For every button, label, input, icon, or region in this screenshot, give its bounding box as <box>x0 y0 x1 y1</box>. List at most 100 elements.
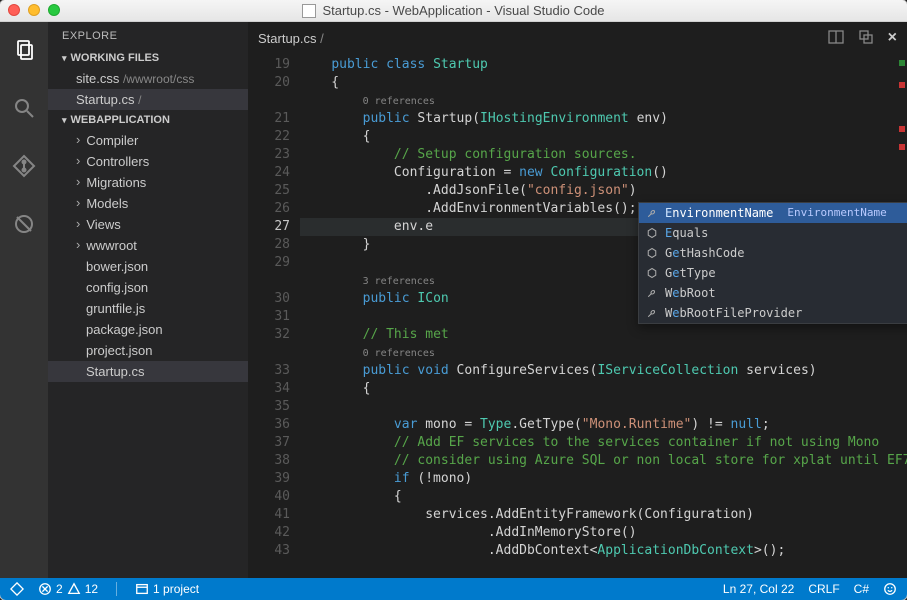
code-line[interactable]: // Add EF services to the services conta… <box>300 434 893 452</box>
code-line[interactable]: public Startup(IHostingEnvironment env) <box>300 110 893 128</box>
split-editor-button[interactable] <box>828 29 844 48</box>
code-line[interactable] <box>300 398 893 416</box>
line-number: 37 <box>248 434 290 452</box>
warning-icon <box>67 582 81 596</box>
code-line[interactable]: { <box>300 74 893 92</box>
codelens-line[interactable]: 0 references <box>300 92 893 110</box>
intellisense-item[interactable]: Equals <box>639 223 907 243</box>
folder-item[interactable]: wwwroot <box>48 235 248 256</box>
tab-bar: Startup.cs / × <box>248 22 907 54</box>
activity-search[interactable] <box>0 88 48 128</box>
line-number: 29 <box>248 254 290 272</box>
intellisense-popup[interactable]: EnvironmentName EnvironmentNameEqualsGetH… <box>638 202 907 324</box>
code-line[interactable]: public void ConfigureServices(IServiceCo… <box>300 362 893 380</box>
line-number: 41 <box>248 506 290 524</box>
folder-item[interactable]: Compiler <box>48 130 248 151</box>
intellisense-label: GetType <box>665 264 716 282</box>
folder-item[interactable]: Migrations <box>48 172 248 193</box>
intellisense-item[interactable]: EnvironmentName EnvironmentName <box>639 203 907 223</box>
activity-explorer[interactable] <box>0 30 48 70</box>
switch-icon <box>858 29 874 45</box>
activity-debug[interactable] <box>0 204 48 244</box>
project-tree: CompilerControllersMigrationsModelsViews… <box>48 130 248 382</box>
code-line[interactable]: services.AddEntityFramework(Configuratio… <box>300 506 893 524</box>
errors-count: 2 <box>56 582 63 596</box>
code-line[interactable]: // consider using Azure SQL or non local… <box>300 452 893 470</box>
file-item[interactable]: package.json <box>48 319 248 340</box>
line-number: 34 <box>248 380 290 398</box>
code-line[interactable]: public class Startup <box>300 56 893 74</box>
more-actions-button[interactable] <box>858 29 874 48</box>
working-file-item[interactable]: site.css /wwwroot/css <box>48 68 248 89</box>
line-number <box>248 344 290 362</box>
search-icon <box>12 96 36 120</box>
file-item[interactable]: gruntfile.js <box>48 298 248 319</box>
code-line[interactable]: { <box>300 488 893 506</box>
working-files-header[interactable]: ▾ WORKING FILES <box>48 48 248 68</box>
intellisense-type: EnvironmentName <box>787 204 886 222</box>
code-line[interactable]: // This met <box>300 326 893 344</box>
code-line[interactable]: var mono = Type.GetType("Mono.Runtime") … <box>300 416 893 434</box>
window-maximize-button[interactable] <box>48 4 60 16</box>
status-git[interactable] <box>10 582 24 596</box>
code-line[interactable]: .AddJsonFile("config.json") <box>300 182 893 200</box>
code-line[interactable]: { <box>300 128 893 146</box>
intellisense-item[interactable]: GetType <box>639 263 907 283</box>
git-branch-icon <box>10 582 24 596</box>
files-icon <box>12 38 36 62</box>
code-line[interactable]: .AddDbContext<ApplicationDbContext>(); <box>300 542 893 560</box>
line-number: 26 <box>248 200 290 218</box>
wrench-icon <box>645 206 659 220</box>
window-minimize-button[interactable] <box>28 4 40 16</box>
marker-error[interactable] <box>899 82 905 88</box>
activity-git[interactable] <box>0 146 48 186</box>
close-editor-button[interactable]: × <box>888 29 897 48</box>
line-number: 28 <box>248 236 290 254</box>
separator <box>116 582 117 596</box>
file-item[interactable]: config.json <box>48 277 248 298</box>
activity-bar <box>0 22 48 578</box>
intellisense-item[interactable]: GetHashCode <box>639 243 907 263</box>
status-cursor[interactable]: Ln 27, Col 22 <box>723 582 794 596</box>
codelens-line[interactable]: 0 references <box>300 344 893 362</box>
file-item[interactable]: bower.json <box>48 256 248 277</box>
box-icon <box>645 226 659 240</box>
box-icon <box>645 266 659 280</box>
intellisense-label: EnvironmentName <box>665 204 773 222</box>
code-line[interactable]: // Setup configuration sources. <box>300 146 893 164</box>
traffic-lights <box>8 4 60 16</box>
tab-file-name: Startup.cs <box>258 31 317 46</box>
tab-file-path: / <box>320 31 324 46</box>
working-file-item[interactable]: Startup.cs / <box>48 89 248 110</box>
folder-item[interactable]: Controllers <box>48 151 248 172</box>
body: EXPLORE ▾ WORKING FILES site.css /wwwroo… <box>0 22 907 578</box>
file-item[interactable]: Startup.cs <box>48 361 248 382</box>
code-editor[interactable]: 1920212223242526272829303132333435363738… <box>248 54 907 578</box>
status-project[interactable]: 1 project <box>135 582 199 596</box>
marker-change[interactable] <box>899 60 905 66</box>
wrench-icon <box>645 286 659 300</box>
status-lang[interactable]: C# <box>854 582 869 596</box>
intellisense-item[interactable]: WebRootFileProvider <box>639 303 907 323</box>
open-tab[interactable]: Startup.cs / <box>258 31 324 46</box>
window: Startup.cs - WebApplication - Visual Stu… <box>0 0 907 600</box>
marker-error[interactable] <box>899 126 905 132</box>
project-label: WEBAPPLICATION <box>71 114 170 126</box>
intellisense-item[interactable]: WebRoot <box>639 283 907 303</box>
file-item[interactable]: project.json <box>48 340 248 361</box>
window-close-button[interactable] <box>8 4 20 16</box>
status-eol[interactable]: CRLF <box>808 582 839 596</box>
marker-error[interactable] <box>899 144 905 150</box>
code-line[interactable]: if (!mono) <box>300 470 893 488</box>
status-problems[interactable]: 2 12 <box>38 582 98 596</box>
status-bar: 2 12 1 project Ln 27, Col 22 CRLF C# <box>0 578 907 600</box>
code-line[interactable]: .AddInMemoryStore() <box>300 524 893 542</box>
line-number: 23 <box>248 146 290 164</box>
folder-item[interactable]: Models <box>48 193 248 214</box>
window-icon <box>135 582 149 596</box>
code-line[interactable]: Configuration = new Configuration() <box>300 164 893 182</box>
folder-item[interactable]: Views <box>48 214 248 235</box>
code-line[interactable]: { <box>300 380 893 398</box>
status-feedback[interactable] <box>883 582 897 596</box>
project-header[interactable]: ▾ WEBAPPLICATION <box>48 110 248 130</box>
